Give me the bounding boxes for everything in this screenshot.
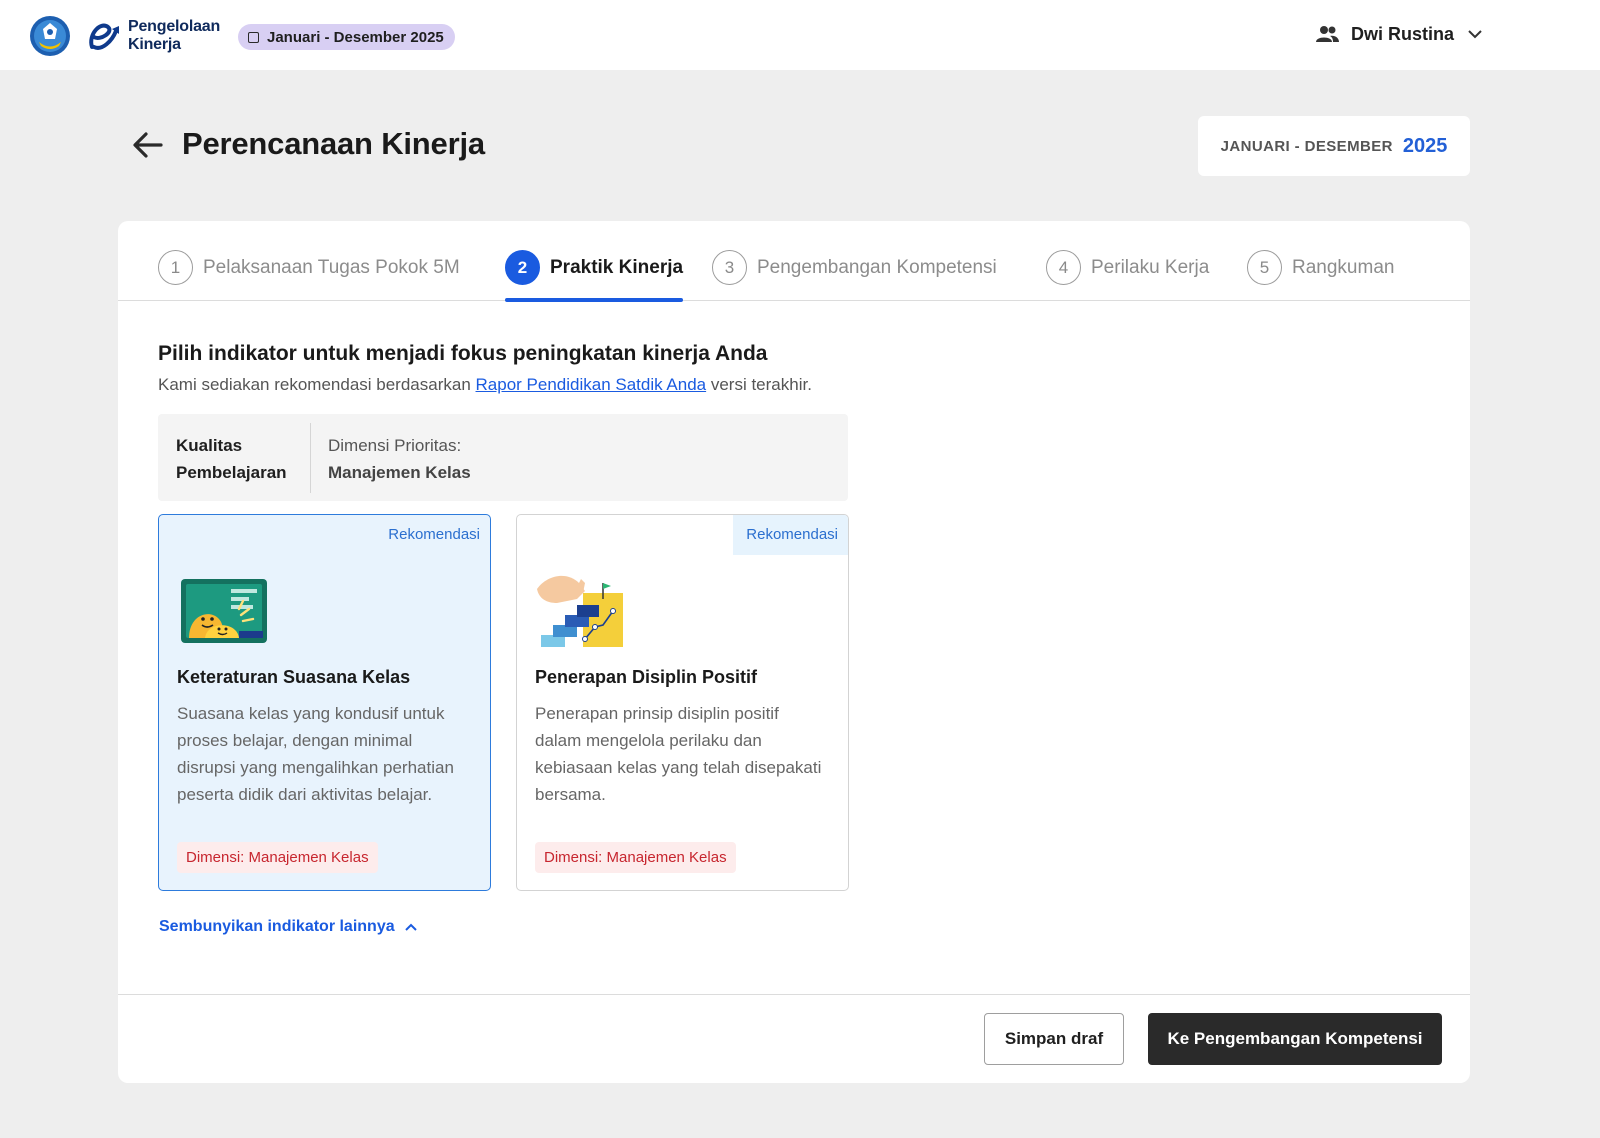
user-menu[interactable]: Dwi Rustina <box>1316 20 1482 48</box>
tab-label: Pengembangan Kompetensi <box>757 257 997 278</box>
period-label: JANUARI - DESEMBER <box>1220 137 1393 155</box>
tab-pengembangan-kompetensi[interactable]: 3 Pengembangan Kompetensi <box>712 250 997 302</box>
indicator-title: Penerapan Disiplin Positif <box>535 667 758 687</box>
category-line1: Kualitas <box>176 436 243 455</box>
category-line2: Pembelajaran <box>176 463 287 482</box>
rapor-pendidikan-link[interactable]: Rapor Pendidikan Satdik Anda <box>476 375 707 394</box>
tab-label: Rangkuman <box>1292 257 1395 278</box>
priority-label: Dimensi Prioritas: <box>328 436 462 455</box>
tab-rangkuman[interactable]: 5 Rangkuman <box>1247 250 1394 302</box>
kemendikbud-emblem-icon <box>29 15 71 57</box>
classroom-illustration-icon <box>181 579 267 643</box>
calendar-icon <box>248 31 259 43</box>
indicator-dimension-badge: Dimensi: Manajemen Kelas <box>177 842 378 873</box>
recommendation-tag: Rekomendasi <box>388 526 480 543</box>
period-chip: Januari - Desember 2025 <box>238 24 455 50</box>
priority-value: Manajemen Kelas <box>328 463 471 482</box>
subtitle-text: Kami sediakan rekomendasi berdasarkan <box>158 375 476 394</box>
step-number: 1 <box>158 250 193 285</box>
indicator-title: Keteraturan Suasana Kelas <box>177 667 411 687</box>
indicator-description: Suasana kelas yang kondusif untuk proses… <box>177 704 454 804</box>
user-name: Dwi Rustina <box>1351 23 1455 44</box>
stairs-illustration-icon <box>537 575 623 647</box>
recommendation-tag: Rekomendasi <box>733 515 848 555</box>
dimension-category: Kualitas Pembelajaran <box>176 432 306 486</box>
save-draft-button[interactable]: Simpan draf <box>984 1013 1124 1065</box>
arrow-left-icon <box>133 132 163 158</box>
next-step-button[interactable]: Ke Pengembangan Kompetensi <box>1148 1013 1442 1065</box>
indicator-card-keteraturan[interactable]: Rekomendasi Keteraturan Suasana Kelas Su… <box>158 514 491 891</box>
indicator-dimension-badge: Dimensi: Manajemen Kelas <box>535 842 736 873</box>
chevron-up-icon <box>404 923 417 931</box>
footer-divider <box>118 994 1470 995</box>
brand-line1: Pengelolaan <box>128 18 221 35</box>
step-number: 4 <box>1046 250 1081 285</box>
active-tab-indicator <box>505 298 683 302</box>
tab-label: Perilaku Kerja <box>1091 257 1210 278</box>
step-number: 2 <box>505 250 540 285</box>
indicator-card-disiplin-positif[interactable]: Rekomendasi Penerapan Disiplin Positif P… <box>516 514 849 891</box>
chevron-down-icon[interactable] <box>1468 29 1482 39</box>
section-subtitle: Kami sediakan rekomendasi berdasarkan Ra… <box>158 375 812 395</box>
tab-label: Pelaksanaan Tugas Pokok 5M <box>203 257 460 278</box>
toggle-link-label: Sembunyikan indikator lainnya <box>159 918 395 935</box>
top-bar: Pengelolaan Kinerja Januari - Desember 2… <box>0 0 1600 70</box>
step-tabs: 1 Pelaksanaan Tugas Pokok 5M 2 Praktik K… <box>118 221 1470 302</box>
dimension-priority: Dimensi Prioritas: Manajemen Kelas <box>328 432 471 486</box>
tab-pelaksanaan-tugas[interactable]: 1 Pelaksanaan Tugas Pokok 5M <box>158 250 460 302</box>
section-title: Pilih indikator untuk menjadi fokus peni… <box>158 342 768 365</box>
period-chip-label: Januari - Desember 2025 <box>267 28 444 46</box>
period-box: JANUARI - DESEMBER 2025 <box>1198 116 1470 176</box>
tab-label: Praktik Kinerja <box>550 257 684 278</box>
divider <box>310 423 311 493</box>
subtitle-text-end: versi terakhir. <box>706 375 812 394</box>
pengelolaan-kinerja-logo-icon <box>89 23 119 50</box>
brand-line2: Kinerja <box>128 36 181 53</box>
pengelolaan-kinerja-logo[interactable]: Pengelolaan Kinerja <box>86 16 226 56</box>
tab-perilaku-kerja[interactable]: 4 Perilaku Kerja <box>1046 250 1209 302</box>
back-button[interactable] <box>131 128 165 162</box>
indicator-description: Penerapan prinsip disiplin positif dalam… <box>535 704 822 804</box>
step-number: 5 <box>1247 250 1282 285</box>
tab-praktik-kinerja[interactable]: 2 Praktik Kinerja <box>505 250 683 302</box>
planning-card: 1 Pelaksanaan Tugas Pokok 5M 2 Praktik K… <box>118 221 1470 1083</box>
period-year: 2025 <box>1402 134 1448 157</box>
users-icon <box>1316 26 1339 42</box>
page-title: Perencanaan Kinerja <box>182 126 485 161</box>
toggle-other-indicators-link[interactable]: Sembunyikan indikator lainnya <box>159 918 417 936</box>
dimension-box: Kualitas Pembelajaran Dimensi Prioritas:… <box>158 414 848 501</box>
step-number: 3 <box>712 250 747 285</box>
